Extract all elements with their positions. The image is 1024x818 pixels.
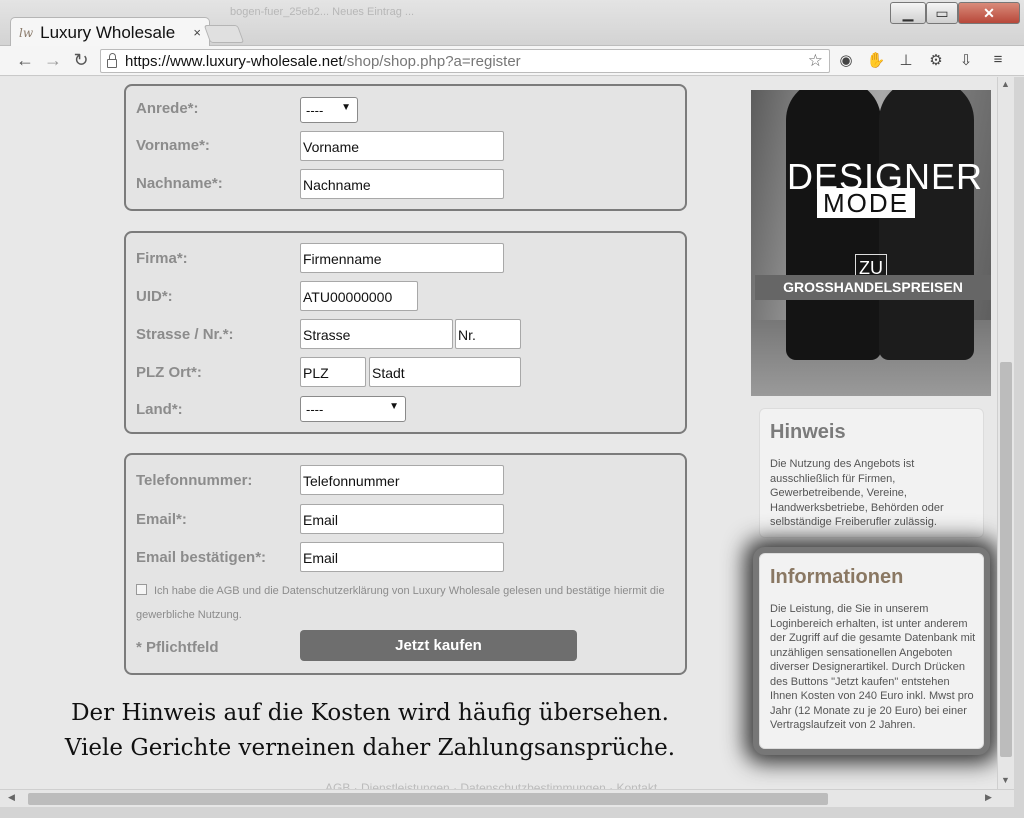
designer-mode-banner[interactable]: DESIGNER MODE ZU GROSSHANDELSPREISEN <box>751 90 991 396</box>
vertical-scroll-thumb[interactable] <box>1000 362 1012 757</box>
plz-input[interactable]: PLZ <box>300 357 366 387</box>
window-frame-bottom <box>0 807 1024 818</box>
browser-toolbar: ← → ↻ https://www.luxury-wholesale.net/s… <box>0 46 1024 76</box>
extension-2-icon[interactable]: ✋ <box>865 51 887 69</box>
site-favicon-icon: lw <box>19 25 34 40</box>
company-data-section: Firma*: Firmenname UID*: ATU00000000 Str… <box>124 231 687 434</box>
scroll-up-icon[interactable]: ▲ <box>1001 79 1010 89</box>
strasse-input[interactable]: Strasse <box>300 319 453 349</box>
anrede-select[interactable]: ---- ▼ <box>300 97 358 123</box>
hinweis-text: Die Nutzung des Angebots ist ausschließl… <box>770 458 944 528</box>
required-note: * Pflichtfeld <box>136 639 219 656</box>
agb-checkbox[interactable] <box>136 584 147 595</box>
new-tab-button[interactable] <box>203 25 245 43</box>
uid-input[interactable]: ATU00000000 <box>300 281 418 311</box>
scroll-down-icon[interactable]: ▼ <box>1001 775 1010 785</box>
tab-luxury-wholesale[interactable]: lw Luxury Wholesale × <box>10 17 210 47</box>
informationen-text: Die Leistung, die Sie in unserem Loginbe… <box>770 603 976 731</box>
address-bar[interactable]: https://www.luxury-wholesale.net/shop/sh… <box>100 49 830 73</box>
tab-close-icon[interactable]: × <box>193 25 201 40</box>
hinweis-title: Hinweis <box>770 421 846 443</box>
uid-label: UID*: <box>136 288 173 305</box>
bookmark-star-icon[interactable]: ☆ <box>808 51 823 71</box>
banner-person-right <box>879 90 974 360</box>
reload-button[interactable]: ↻ <box>70 50 92 71</box>
firma-label: Firma*: <box>136 250 188 267</box>
nachname-input[interactable]: Nachname <box>300 169 504 199</box>
scroll-left-icon[interactable]: ◀ <box>8 792 15 803</box>
background-tabs: bogen-fuer_25eb2... Neues Eintrag ... <box>230 6 415 18</box>
land-select[interactable]: ---- ▼ <box>300 396 406 422</box>
extension-3-icon[interactable]: ⊥ <box>895 51 917 69</box>
caption-line-1: Der Hinweis auf die Kosten wird häufig ü… <box>71 700 669 726</box>
back-button[interactable]: ← <box>14 50 36 71</box>
extension-5-icon[interactable]: ⇩ <box>955 51 977 69</box>
land-label: Land*: <box>136 401 183 418</box>
vorname-label: Vorname*: <box>136 137 210 154</box>
maximize-button[interactable]: ▭ <box>926 2 958 24</box>
telefon-label: Telefonnummer: <box>136 472 253 489</box>
footer-links[interactable]: AGB · Dienstleistungen · Datenschutzbest… <box>325 781 657 789</box>
anrede-label: Anrede*: <box>136 100 199 117</box>
hinweis-panel: Hinweis Die Nutzung des Angebots ist aus… <box>759 408 984 538</box>
plz-ort-label: PLZ Ort*: <box>136 364 202 381</box>
stadt-input[interactable]: Stadt <box>369 357 521 387</box>
personal-data-section: Anrede*: ---- ▼ Vorname*: Vorname Nachna… <box>124 84 687 211</box>
annotation-caption: Der Hinweis auf die Kosten wird häufig ü… <box>20 696 720 766</box>
email-confirm-label: Email bestätigen*: <box>136 549 267 566</box>
url-path: /shop/shop.php?a=register <box>342 52 521 70</box>
vorname-input[interactable]: Vorname <box>300 131 504 161</box>
banner-person-left <box>786 90 881 360</box>
extension-1-icon[interactable]: ◉ <box>835 51 857 69</box>
forward-button[interactable]: → <box>42 50 64 71</box>
horizontal-scrollbar[interactable]: ◀ ▶ <box>0 789 1014 807</box>
land-select-value: ---- <box>306 402 324 417</box>
agb-consent-text: Ich habe die AGB und die Datenschutzerkl… <box>136 585 665 621</box>
url-host: https://www.luxury-wholesale.net <box>125 52 343 70</box>
banner-grosshandel-text: GROSSHANDELSPREISEN <box>755 275 991 300</box>
lock-icon <box>107 52 117 68</box>
dropdown-arrow-icon: ▼ <box>389 401 399 412</box>
firma-input[interactable]: Firmenname <box>300 243 504 273</box>
tab-title: Luxury Wholesale <box>40 22 176 42</box>
hausnummer-input[interactable]: Nr. <box>455 319 521 349</box>
email-input[interactable]: Email <box>300 504 504 534</box>
extension-4-icon[interactable]: ⚙ <box>925 51 947 69</box>
jetzt-kaufen-button[interactable]: Jetzt kaufen <box>300 630 577 661</box>
dropdown-arrow-icon: ▼ <box>341 102 351 113</box>
email-label: Email*: <box>136 511 187 528</box>
anrede-select-value: ---- <box>306 103 324 118</box>
vertical-scrollbar[interactable]: ▲ ▼ <box>997 77 1014 789</box>
page-viewport: Anrede*: ---- ▼ Vorname*: Vorname Nachna… <box>0 77 997 789</box>
minimize-button[interactable]: ▁ <box>890 2 926 24</box>
horizontal-scroll-thumb[interactable] <box>28 793 828 805</box>
informationen-title: Informationen <box>770 566 904 588</box>
close-window-button[interactable]: ✕ <box>958 2 1020 24</box>
chrome-menu-icon[interactable]: ≡ <box>987 51 1009 68</box>
banner-mode-text: MODE <box>817 188 915 218</box>
scroll-right-icon[interactable]: ▶ <box>985 792 992 803</box>
strasse-label: Strasse / Nr.*: <box>136 326 234 343</box>
contact-data-section: Telefonnummer: Telefonnummer Email*: Ema… <box>124 453 687 675</box>
email-confirm-input[interactable]: Email <box>300 542 504 572</box>
caption-line-2: Viele Gerichte verneinen daher Zahlungsa… <box>64 735 676 761</box>
window-frame-right <box>1014 77 1024 818</box>
agb-consent: Ich habe die AGB und die Datenschutzerkl… <box>136 579 676 627</box>
nachname-label: Nachname*: <box>136 175 223 192</box>
telefon-input[interactable]: Telefonnummer <box>300 465 504 495</box>
informationen-panel: Informationen Die Leistung, die Sie in u… <box>759 553 984 749</box>
window-titlebar: bogen-fuer_25eb2... Neues Eintrag ... lw… <box>0 0 1024 47</box>
